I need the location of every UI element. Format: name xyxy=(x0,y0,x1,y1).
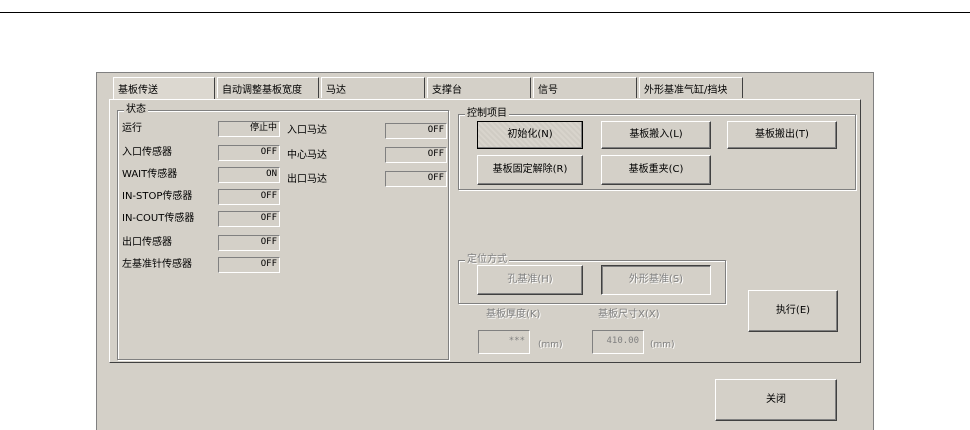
status-label-exit-sensor: 出口传感器 xyxy=(122,237,172,248)
hole-reference-button[interactable]: 孔基准(H) xyxy=(477,265,583,295)
status-label-entry-sensor: 入口传感器 xyxy=(122,147,172,158)
status-label-running: 运行 xyxy=(122,123,142,134)
tab-signal[interactable]: 信号 xyxy=(533,77,637,98)
motor-label-entry: 入口马达 xyxy=(287,125,327,136)
status-label-in-stop-sensor: IN-STOP传感器 xyxy=(122,191,193,202)
status-value-in-cout-sensor: OFF xyxy=(218,211,280,227)
tab-outline-cylinder[interactable]: 外形基准气缸/挡块 xyxy=(639,77,743,98)
tab-board-transfer[interactable]: 基板传送 xyxy=(113,77,215,99)
thickness-label: 基板厚度(K) xyxy=(486,309,541,320)
size-x-label: 基板尺寸X(X) xyxy=(598,309,660,320)
status-value-in-stop-sensor: OFF xyxy=(218,189,280,205)
status-group-title: 状态 xyxy=(124,103,148,117)
control-group: 控制项目 初始化(N) 基板搬入(L) 基板搬出(T) 基板固定解除(R) 基板… xyxy=(458,107,856,190)
status-value-running: 停止中 xyxy=(218,121,280,137)
board-reclamp-button[interactable]: 基板重夹(C) xyxy=(601,155,711,185)
tab-motor[interactable]: 马达 xyxy=(321,77,425,98)
size-x-unit: (mm) xyxy=(650,340,675,350)
close-button[interactable]: 关闭 xyxy=(715,379,837,421)
motor-value-exit: OFF xyxy=(385,171,447,187)
status-label-left-pin-sensor: 左基准针传感器 xyxy=(122,259,192,270)
initialize-button[interactable]: 初始化(N) xyxy=(477,121,583,149)
status-group: 状态 运行 停止中 入口传感器 OFF WAIT传感器 ON IN-STOP传感… xyxy=(117,103,449,360)
motor-label-exit: 出口马达 xyxy=(287,174,327,185)
tab-panel: 状态 运行 停止中 入口传感器 OFF WAIT传感器 ON IN-STOP传感… xyxy=(109,99,861,363)
status-value-exit-sensor: OFF xyxy=(218,235,280,251)
motor-label-center: 中心马达 xyxy=(287,150,327,161)
dialog-window: 基板传送 自动调整基板宽度 马达 支撑台 信号 外形基准气缸/挡块 状态 运行 … xyxy=(96,72,874,430)
tab-support-table[interactable]: 支撑台 xyxy=(427,77,531,98)
status-value-left-pin-sensor: OFF xyxy=(218,257,280,273)
board-unload-button[interactable]: 基板搬出(T) xyxy=(727,121,837,149)
top-divider xyxy=(0,12,970,13)
motor-value-center: OFF xyxy=(385,147,447,163)
motor-value-entry: OFF xyxy=(385,123,447,139)
status-label-in-cout-sensor: IN-COUT传感器 xyxy=(122,213,195,224)
positioning-group: 定位方式 孔基准(H) 外形基准(S) xyxy=(458,253,726,304)
size-x-input[interactable]: 410.00 xyxy=(592,330,644,354)
thickness-unit: (mm) xyxy=(538,340,563,350)
status-value-entry-sensor: OFF xyxy=(218,145,280,161)
tab-auto-width[interactable]: 自动调整基板宽度 xyxy=(217,77,319,98)
thickness-input[interactable]: *** xyxy=(478,330,530,354)
status-value-wait-sensor: ON xyxy=(218,167,280,183)
outline-reference-button[interactable]: 外形基准(S) xyxy=(601,265,711,295)
status-label-wait-sensor: WAIT传感器 xyxy=(122,169,178,180)
control-group-title: 控制项目 xyxy=(465,107,509,121)
board-release-button[interactable]: 基板固定解除(R) xyxy=(477,155,583,185)
execute-button[interactable]: 执行(E) xyxy=(748,290,838,332)
board-load-button[interactable]: 基板搬入(L) xyxy=(601,121,711,149)
